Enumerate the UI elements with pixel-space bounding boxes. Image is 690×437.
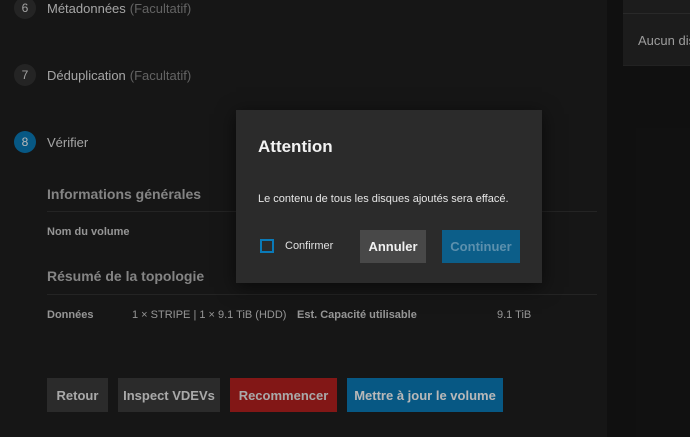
cancel-button[interactable]: Annuler xyxy=(360,230,426,263)
dialog-title: Attention xyxy=(258,137,333,156)
confirm-checkbox[interactable] xyxy=(260,239,274,253)
dialog-message: Le contenu de tous les disques ajoutés s… xyxy=(258,193,509,205)
confirm-label[interactable]: Confirmer xyxy=(285,240,333,252)
warning-dialog: Attention Le contenu de tous les disques… xyxy=(236,110,542,283)
continue-button[interactable]: Continuer xyxy=(442,230,520,263)
